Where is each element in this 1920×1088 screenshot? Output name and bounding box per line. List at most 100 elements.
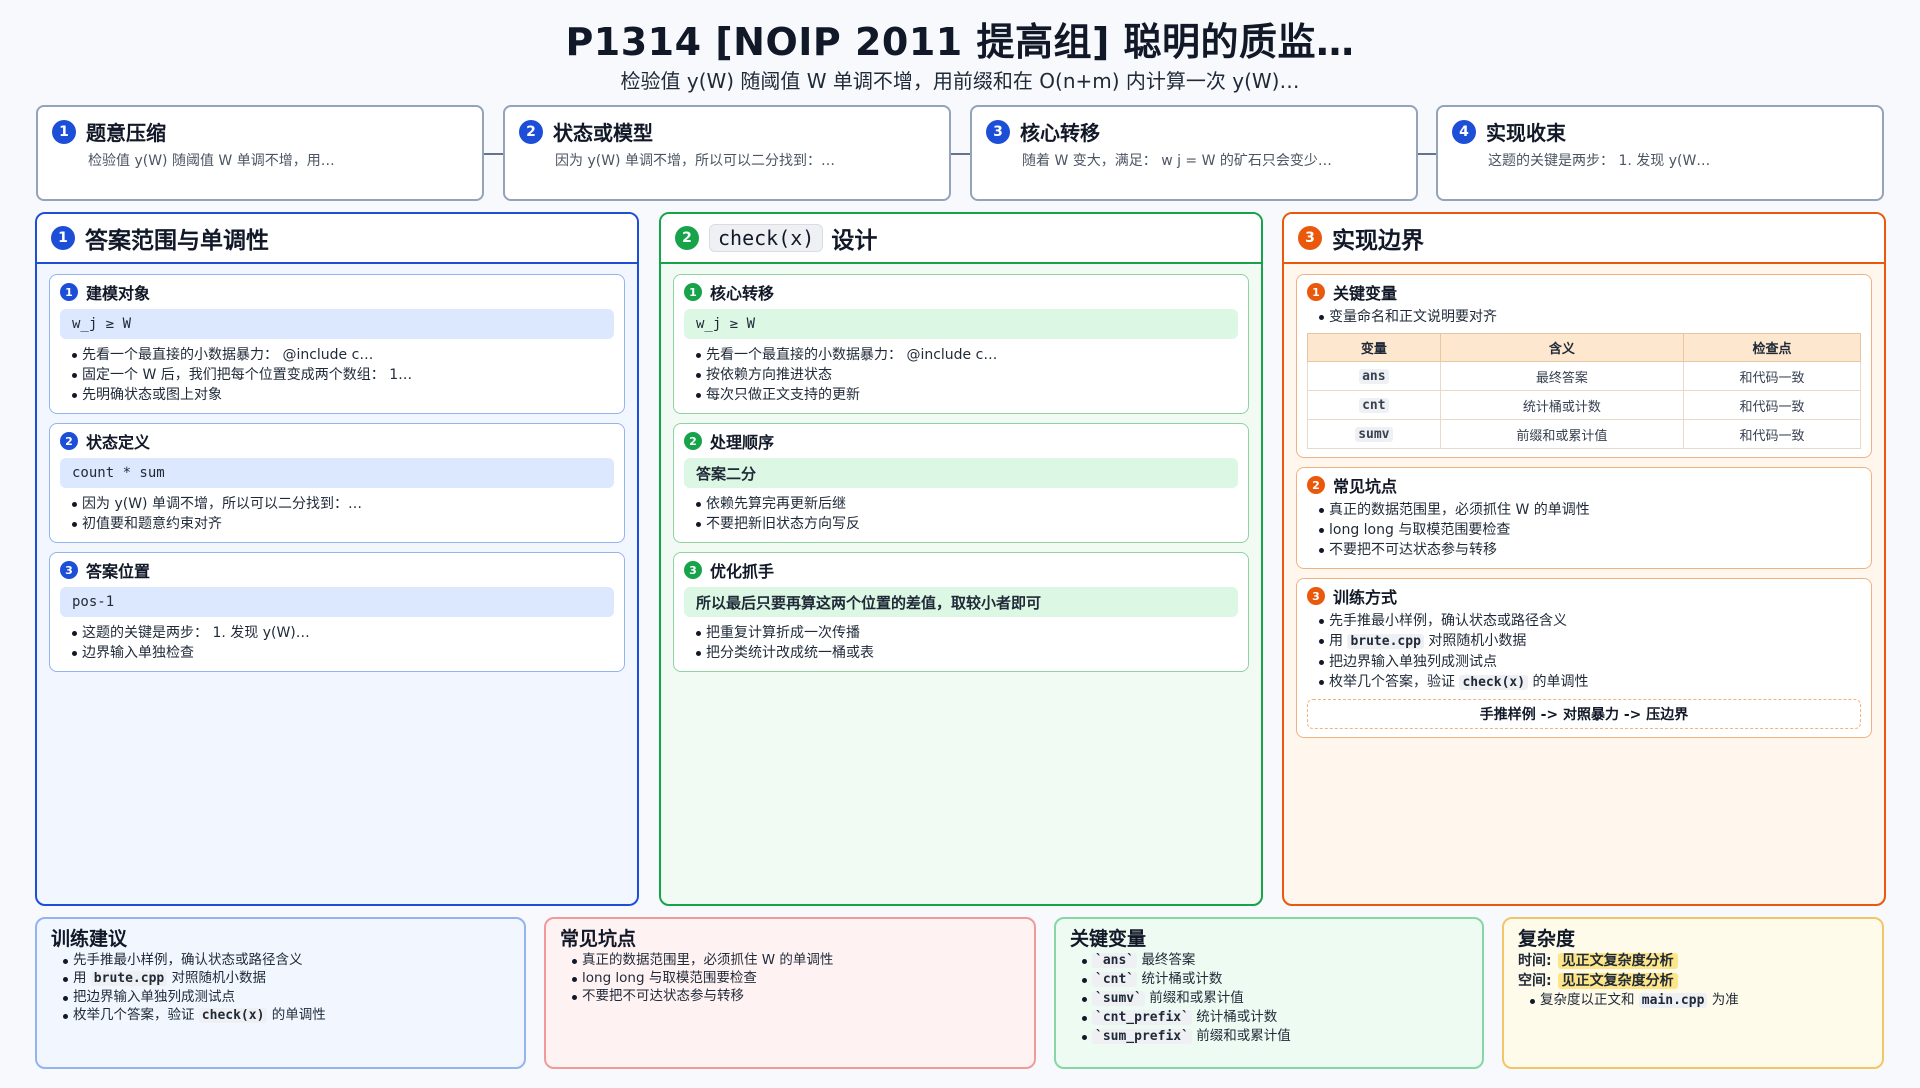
step-row: 1 题意压缩 检验值 y(W) 随阈值 W 单调不增，用… 2 状态或模型 因为 y… [36,105,1884,201]
list-item: 按依赖方向推进状态 [696,365,1238,385]
column-check-design: 2 check(x) 设计 1 核心转移 w_j ≥ W 先看一个最直接的小数据暴… [659,212,1263,906]
card-highlight: 答案二分 [684,458,1238,488]
variable-code: ans [1359,368,1389,384]
card-number-badge: 1 [684,283,702,301]
list-item: 把重复计算折成一次传播 [696,623,1238,643]
step-2: 2 状态或模型 因为 y(W) 单调不增，所以可以二分找到：… [503,105,951,201]
list-item: 这题的关键是两步： 1. 发现 y(W)… [72,623,614,643]
list-item: 真正的数据范围里，必须抓住 W 的单调性 [1319,500,1861,520]
box-title: 常见坑点 [560,928,637,950]
list-item: 先看一个最直接的小数据暴力： @include c… [696,345,1238,365]
card-number-badge: 2 [684,432,702,450]
list-item: 把分类统计改成统一桶或表 [696,643,1238,663]
header: P1314 [NOIP 2011 提高组] 聪明的质监… 检验值 y(W) 随阈… [0,18,1920,94]
list-item: 因为 y(W) 单调不增，所以可以二分找到：… [72,494,614,514]
list-item: 先手推最小样例，确认状态或路径含义 [63,951,510,969]
table-row: ans 最终答案 和代码一致 [1307,361,1861,391]
table-cell: 前缀和或累计值 [1439,419,1685,449]
inline-code: `cnt` [1092,972,1138,987]
table-header-row: 变量 含义 检查点 [1307,333,1861,362]
list-item: 真正的数据范围里，必须抓住 W 的单调性 [572,951,1020,969]
step-1: 1 题意压缩 检验值 y(W) 随阈值 W 单调不增，用… [36,105,484,201]
bullet-list: 复杂度以正文和 main.cpp 为准 [1518,991,1868,1010]
inline-code: `cnt_prefix` [1092,1010,1192,1025]
list-item: `sum_prefix` 前缀和或累计值 [1082,1027,1468,1046]
inline-code: brute.cpp [1347,634,1424,649]
table-cell: 统计桶或计数 [1439,390,1685,420]
card-title: 训练方式 [1333,588,1398,607]
step-desc: 这题的关键是两步： 1. 发现 y(W… [1488,153,1711,169]
variable-code: cnt [1359,397,1389,413]
card-key-variables: 1关键变量 变量命名和正文说明要对齐 变量 含义 检查点 ans 最终答案 和 [1296,274,1872,458]
card-number-badge: 2 [60,432,78,450]
list-item: `ans` 最终答案 [1082,951,1468,970]
bullet-list: 先手推最小样例，确认状态或路径含义 用 brute.cpp 对照随机小数据 把边… [1307,611,1861,693]
list-item: 每次只做正文支持的更新 [696,385,1238,405]
list-item: 枚举几个答案，验证 check(x) 的单调性 [63,1006,510,1025]
list-item: `cnt` 统计桶或计数 [1082,970,1468,989]
card-highlight: count * sum [60,458,614,488]
bullet-list: 变量命名和正文说明要对齐 [1307,307,1861,327]
step-desc: 随着 W 变大，满足： w j = W 的矿石只会变少… [1022,153,1332,169]
card-number-badge: 3 [684,561,702,579]
bullet-list: 因为 y(W) 单调不增，所以可以二分找到：… 初值要和题意约束对齐 [60,494,614,534]
box-complexity: 复杂度 时间: 见正文复杂度分析 空间: 见正文复杂度分析 复杂度以正文和 main… [1502,917,1884,1069]
box-title: 复杂度 [1518,928,1576,950]
box-common-pitfalls: 常见坑点 真正的数据范围里，必须抓住 W 的单调性 long long 与取模范… [544,917,1036,1069]
list-item: 变量命名和正文说明要对齐 [1319,307,1861,327]
step-desc: 因为 y(W) 单调不增，所以可以二分找到：… [555,153,835,169]
page-subtitle: 检验值 y(W) 随阈值 W 单调不增，用前缀和在 O(n+m) 内计算一次 y… [620,69,1300,93]
inline-code: `sum_prefix` [1092,1029,1192,1044]
box-training-advice: 训练建议 先手推最小样例，确认状态或路径含义 用 brute.cpp 对照随机小… [35,917,526,1069]
column-title: 实现边界 [1332,228,1424,254]
bullet-list: 真正的数据范围里，必须抓住 W 的单调性 long long 与取模范围要检查 … [1307,500,1861,560]
card-number-badge: 1 [1307,283,1325,301]
list-item: 枚举几个答案，验证 check(x) 的单调性 [1319,672,1861,693]
card-optimization: 3 优化抓手 所以最后只要再算这两个位置的差值，取较小者即可 把重复计算折成一次传… [673,552,1249,672]
card-number-badge: 3 [1307,587,1325,605]
bullet-list: 这题的关键是两步： 1. 发现 y(W)… 边界输入单独检查 [60,623,614,663]
card-processing-order: 2 处理顺序 答案二分 依赖先算完再更新后继 不要把新旧状态方向写反 [673,423,1249,543]
list-item: 把边界输入单独列成测试点 [1319,652,1861,672]
inline-code: brute.cpp [90,971,168,986]
bullet-list: `ans` 最终答案 `cnt` 统计桶或计数 `sumv` 前缀和或累计值 `… [1070,951,1468,1046]
table-row: cnt 统计桶或计数 和代码一致 [1307,390,1861,420]
list-item: 依赖先算完再更新后继 [696,494,1238,514]
list-item: 用 brute.cpp 对照随机小数据 [1319,631,1861,652]
column-implementation: 3 实现边界 1 关键变量 变量命名和正文说明要对齐 变量 含义 检查点 ans [1282,212,1886,906]
box-title: 训练建议 [51,928,128,950]
card-training-method: 3 训练方式 先手推最小样例，确认状态或路径含义 用 brute.cpp 对照随机… [1296,578,1872,738]
column-number-badge: 1 [51,226,75,250]
list-item: long long 与取模范围要检查 [572,969,1020,987]
card-title: 核心转移 [710,284,775,303]
box-title: 关键变量 [1070,928,1147,950]
list-item: 先手推最小样例，确认状态或路径含义 [1319,611,1861,631]
column-title: 设计 [831,228,878,254]
step-title: 核心转移 [1020,121,1100,145]
time-complexity: 时间: 见正文复杂度分析 [1518,951,1868,971]
table-cell: 最终答案 [1439,361,1685,391]
step-title: 实现收束 [1486,121,1566,145]
bullet-list: 先手推最小样例，确认状态或路径含义 用 brute.cpp 对照随机小数据 把边… [51,951,510,1025]
list-item: 初值要和题意约束对齐 [72,514,614,534]
card-title: 处理顺序 [710,433,775,452]
card-number-badge: 2 [1307,476,1325,494]
step-number-badge: 4 [1452,119,1476,144]
card-core-transition: 1 核心转移 w_j ≥ W 先看一个最直接的小数据暴力： @include c…… [673,274,1249,414]
step-4: 4 实现收束 这题的关键是两步： 1. 发现 y(W… [1436,105,1884,201]
step-number-badge: 1 [52,119,76,144]
inline-code: check(x) [1459,675,1529,690]
column-answer-range: 1 答案范围与单调性 1 建模对象 w_j ≥ W 先看一个最直接的小数据暴力： … [35,212,639,906]
card-title: 状态定义 [86,433,151,452]
list-item: 边界输入单独检查 [72,643,614,663]
table-header-cell: 变量 [1307,333,1441,362]
list-item: 不要把新旧状态方向写反 [696,514,1238,534]
list-item: 固定一个 W 后，我们把每个位置变成两个数组： 1… [72,365,614,385]
inline-code: `sumv` [1092,991,1145,1006]
card-title: 关键变量 [1333,284,1398,303]
column-number-badge: 3 [1298,226,1322,250]
bullet-list: 真正的数据范围里，必须抓住 W 的单调性 long long 与取模范围要检查 … [560,951,1020,1005]
table-header-cell: 检查点 [1683,333,1861,362]
column-header: 1 答案范围与单调性 [37,214,637,264]
column-title-code: check(x) [709,224,824,252]
